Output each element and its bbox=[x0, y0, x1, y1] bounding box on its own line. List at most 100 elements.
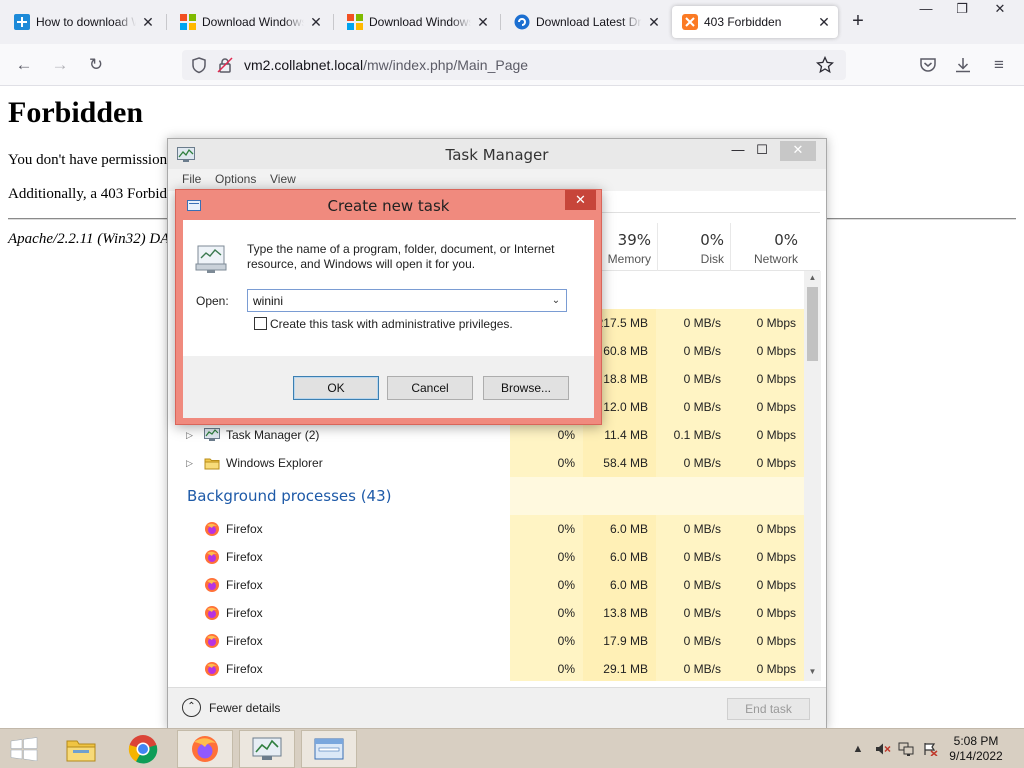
cancel-button[interactable]: Cancel bbox=[387, 376, 473, 400]
shield-icon[interactable] bbox=[190, 56, 208, 74]
tab-close-icon[interactable]: ✕ bbox=[475, 14, 491, 30]
process-name: Firefox bbox=[226, 606, 263, 620]
browse-button[interactable]: Browse... bbox=[483, 376, 569, 400]
group-header-bg bbox=[510, 477, 804, 515]
end-task-button[interactable]: End task bbox=[727, 698, 810, 720]
windows-start-icon bbox=[10, 737, 38, 761]
table-row[interactable]: Firefox 0% 17.9 MB 0 MB/s 0 Mbps bbox=[176, 627, 804, 655]
dialog-titlebar[interactable]: Create new task ✕ bbox=[176, 190, 601, 220]
ok-button[interactable]: OK bbox=[293, 376, 379, 400]
dialog-close-button[interactable]: ✕ bbox=[565, 190, 596, 210]
tab-close-icon[interactable]: ✕ bbox=[308, 14, 324, 30]
browser-tab-strip: How to download Windows ✕ Download Windo… bbox=[0, 0, 1024, 44]
row-memory: 6.0 MB bbox=[609, 550, 648, 564]
disk-label: Disk bbox=[700, 252, 724, 266]
table-row[interactable]: Firefox 0% 29.1 MB 0 MB/s 0 Mbps bbox=[176, 655, 804, 681]
table-row[interactable]: Firefox 0% 13.8 MB 0 MB/s 0 Mbps bbox=[176, 599, 804, 627]
row-disk: 0 MB/s bbox=[683, 578, 721, 592]
row-cpu: 0% bbox=[557, 578, 575, 592]
network-percent: 0% bbox=[774, 231, 798, 249]
open-combobox[interactable]: winini ⌄ bbox=[247, 289, 567, 312]
scrollbar-thumb[interactable] bbox=[807, 287, 818, 361]
expand-chevron-icon[interactable]: ▷ bbox=[186, 449, 193, 477]
row-network: 0 Mbps bbox=[756, 344, 796, 358]
tab-title: How to download Windows bbox=[36, 15, 136, 29]
browser-nav-bar: ← → ↻ vm2.collabnet.local/mw/index.php/M… bbox=[0, 44, 1024, 86]
new-tab-button[interactable]: + bbox=[848, 11, 868, 32]
taskbar-file-explorer[interactable] bbox=[53, 730, 109, 768]
windows-logo-icon bbox=[180, 14, 196, 30]
bookmark-star-icon[interactable] bbox=[815, 55, 835, 74]
scroll-down-arrow-icon[interactable]: ▼ bbox=[804, 667, 821, 676]
expand-chevron-icon[interactable]: ▷ bbox=[186, 421, 193, 449]
task-manager-titlebar[interactable]: Task Manager — ☐ ✕ bbox=[168, 139, 826, 169]
tab-403-forbidden[interactable]: 403 Forbidden ✕ bbox=[672, 6, 838, 38]
tab-download-latest-drivers[interactable]: Download Latest Drivers ✕ bbox=[504, 6, 668, 38]
task-manager-menu: File Options View bbox=[168, 169, 826, 191]
column-header-disk[interactable]: 0% Disk bbox=[657, 223, 730, 271]
open-input-value[interactable]: winini bbox=[253, 294, 283, 308]
row-memory: 29.1 MB bbox=[603, 662, 648, 676]
tab-close-icon[interactable]: ✕ bbox=[816, 14, 832, 30]
row-disk: 0 MB/s bbox=[683, 372, 721, 386]
minimize-window-button[interactable]: — bbox=[908, 0, 944, 20]
scroll-up-arrow-icon[interactable]: ▲ bbox=[804, 273, 821, 282]
back-arrow-icon[interactable]: ← bbox=[12, 53, 36, 77]
taskbar-run-dialog[interactable] bbox=[301, 730, 357, 768]
restore-window-button[interactable]: ❐ bbox=[944, 0, 980, 20]
chrome-icon bbox=[128, 735, 158, 764]
admin-privileges-label[interactable]: Create this task with administrative pri… bbox=[270, 317, 513, 331]
chevron-down-icon[interactable]: ⌄ bbox=[549, 293, 563, 309]
taskbar-firefox[interactable] bbox=[177, 730, 233, 768]
tab-how-to-download[interactable]: How to download Windows ✕ bbox=[4, 6, 162, 38]
table-row[interactable]: Firefox 0% 6.0 MB 0 MB/s 0 Mbps bbox=[176, 543, 804, 571]
firefox-icon bbox=[204, 661, 220, 677]
taskbar-clock[interactable]: 5:08 PM 9/14/2022 bbox=[946, 734, 1006, 764]
firefox-icon bbox=[204, 605, 220, 621]
network-icon[interactable] bbox=[898, 742, 914, 756]
tab-separator bbox=[500, 14, 501, 30]
row-network: 0 Mbps bbox=[756, 456, 796, 470]
row-memory: 58.4 MB bbox=[603, 456, 648, 470]
tab-close-icon[interactable]: ✕ bbox=[646, 14, 662, 30]
process-list-scrollbar[interactable]: ▲ ▼ bbox=[804, 271, 821, 681]
menu-file[interactable]: File bbox=[182, 172, 201, 186]
plus-square-icon bbox=[14, 14, 30, 30]
url-bar[interactable]: vm2.collabnet.local/mw/index.php/Main_Pa… bbox=[182, 50, 846, 80]
table-row-task-manager[interactable]: ▷ Task Manager (2) 0% 11.4 MB 0.1 MB/s 0… bbox=[176, 421, 804, 449]
taskbar-task-manager[interactable] bbox=[239, 730, 295, 768]
admin-privileges-checkbox[interactable] bbox=[254, 317, 267, 330]
menu-view[interactable]: View bbox=[270, 172, 296, 186]
dialog-content: Type the name of a program, folder, docu… bbox=[183, 220, 594, 356]
run-dialog-icon bbox=[314, 738, 344, 760]
forward-arrow-icon[interactable]: → bbox=[48, 53, 72, 77]
insecure-lock-icon[interactable] bbox=[216, 56, 234, 74]
action-center-icon[interactable] bbox=[922, 742, 938, 757]
menu-options[interactable]: Options bbox=[215, 172, 256, 186]
tab-download-windows-2[interactable]: Download Windows 10 ✕ bbox=[337, 6, 497, 38]
row-network: 0 Mbps bbox=[756, 634, 796, 648]
tm-maximize-button[interactable]: ☐ bbox=[752, 141, 772, 161]
downloads-icon[interactable] bbox=[951, 53, 975, 77]
table-row[interactable]: Firefox 0% 6.0 MB 0 MB/s 0 Mbps bbox=[176, 515, 804, 543]
tab-title: Download Latest Drivers bbox=[536, 15, 642, 29]
tm-minimize-button[interactable]: — bbox=[728, 141, 748, 161]
hamburger-menu-icon[interactable]: ≡ bbox=[987, 53, 1011, 77]
reload-icon[interactable]: ↻ bbox=[84, 53, 108, 77]
fewer-details-button[interactable]: ⌃ Fewer details bbox=[182, 698, 280, 717]
group-header-background[interactable]: Background processes (43) bbox=[176, 477, 804, 515]
tab-download-windows-1[interactable]: Download Windows 10 ✕ bbox=[170, 6, 330, 38]
table-row[interactable]: Firefox 0% 6.0 MB 0 MB/s 0 Mbps bbox=[176, 571, 804, 599]
taskbar-chrome[interactable] bbox=[115, 730, 171, 768]
volume-muted-icon[interactable] bbox=[875, 742, 891, 756]
start-button[interactable] bbox=[0, 730, 48, 768]
column-header-network[interactable]: 0% Network bbox=[730, 223, 804, 271]
show-hidden-icons-icon[interactable]: ▲ bbox=[850, 742, 866, 756]
dialog-description: Type the name of a program, folder, docu… bbox=[247, 242, 555, 271]
tab-close-icon[interactable]: ✕ bbox=[140, 14, 156, 30]
close-window-button[interactable]: ✕ bbox=[982, 0, 1018, 20]
tm-close-button[interactable]: ✕ bbox=[780, 141, 816, 161]
chevron-up-icon: ⌃ bbox=[182, 698, 201, 717]
table-row-windows-explorer[interactable]: ▷ Windows Explorer 0% 58.4 MB 0 MB/s 0 M… bbox=[176, 449, 804, 477]
pocket-icon[interactable] bbox=[916, 53, 940, 77]
